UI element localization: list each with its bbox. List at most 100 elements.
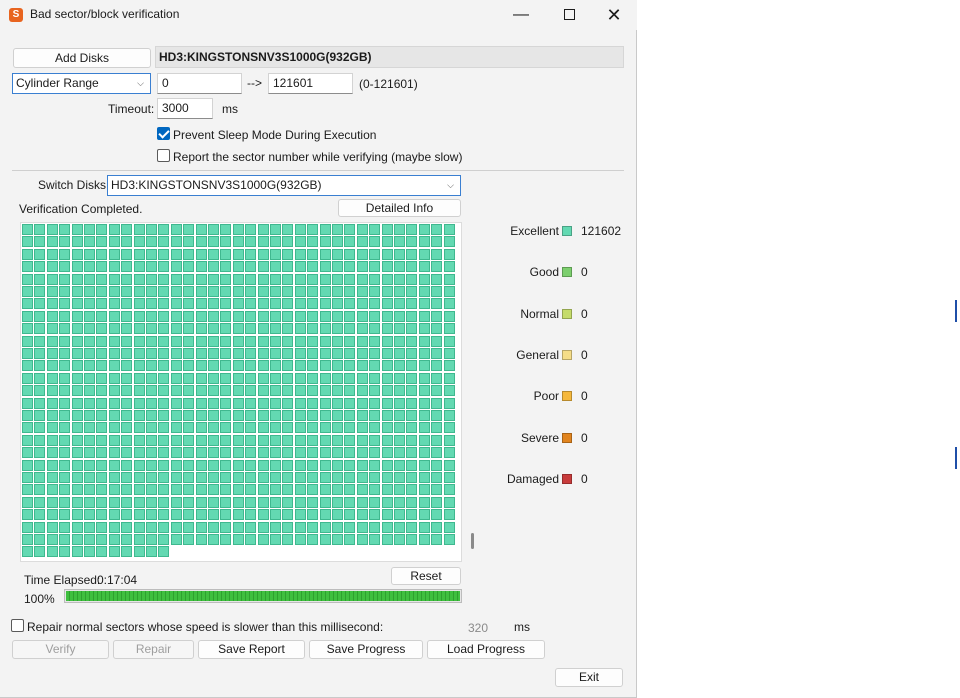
- reset-button[interactable]: Reset: [391, 567, 461, 585]
- exit-button[interactable]: Exit: [555, 668, 623, 687]
- block-cell: [121, 286, 133, 297]
- repair-button[interactable]: Repair: [113, 640, 194, 659]
- selected-disk-display: HD3:KINGSTONSNV3S1000G(932GB): [155, 46, 624, 68]
- maximize-button[interactable]: [546, 0, 592, 30]
- block-cell: [307, 323, 319, 335]
- block-cell: [22, 472, 33, 483]
- block-cell: [257, 273, 269, 285]
- load-progress-button[interactable]: Load Progress: [427, 640, 545, 659]
- block-cell: [170, 261, 182, 273]
- block-cell: [406, 496, 418, 508]
- block-cell: [270, 273, 281, 285]
- block-cell: [220, 248, 232, 260]
- block-cell: [59, 459, 71, 471]
- block-cell: [121, 397, 133, 409]
- save-report-button[interactable]: Save Report: [198, 640, 305, 659]
- switch-disks-select[interactable]: HD3:KINGSTONSNV3S1000G(932GB) ⌵: [107, 175, 461, 196]
- block-cell: [418, 484, 430, 496]
- block-cell: [245, 248, 257, 260]
- block-cell: [294, 372, 306, 384]
- block-cell: [319, 472, 331, 483]
- block-cell: [418, 224, 430, 235]
- block-cell: [34, 447, 46, 459]
- block-cell: [443, 372, 455, 384]
- block-cell: [121, 248, 133, 260]
- detailed-info-button[interactable]: Detailed Info: [338, 199, 461, 217]
- block-cell: [195, 484, 207, 496]
- block-cell: [121, 459, 133, 471]
- block-cell: [369, 459, 381, 471]
- report-sector-checkbox[interactable]: [157, 149, 170, 162]
- timeout-input[interactable]: 3000: [157, 98, 213, 119]
- block-cell: [245, 310, 257, 322]
- add-disks-button[interactable]: Add Disks: [13, 48, 151, 68]
- block-cell: [443, 534, 455, 545]
- block-cell: [356, 509, 368, 521]
- block-map-scrollbar[interactable]: [471, 533, 474, 549]
- block-cell: [307, 534, 319, 545]
- window-title: Bad sector/block verification: [30, 7, 180, 21]
- repair-threshold-input[interactable]: 320: [468, 621, 488, 635]
- block-cell: [394, 397, 405, 409]
- block-cell: [431, 496, 443, 508]
- block-cell: [282, 434, 294, 446]
- block-cell: [282, 521, 294, 533]
- block-cell: [170, 459, 182, 471]
- block-cell: [394, 534, 405, 545]
- block-cell: [344, 459, 356, 471]
- block-cell: [294, 472, 306, 483]
- minimize-button[interactable]: —: [498, 0, 544, 30]
- block-cell: [245, 286, 257, 297]
- block-cell: [46, 323, 58, 335]
- block-cell: [84, 496, 95, 508]
- range-from-input[interactable]: 0: [157, 73, 242, 94]
- block-cell: [232, 422, 244, 434]
- block-cell: [245, 397, 257, 409]
- block-cell: [356, 385, 368, 397]
- block-cell: [158, 248, 170, 260]
- block-cell: [22, 261, 33, 273]
- block-cell: [406, 348, 418, 359]
- block-cell: [84, 248, 95, 260]
- block-cell: [418, 410, 430, 421]
- repair-slow-checkbox[interactable]: [11, 619, 24, 632]
- block-cell: [431, 447, 443, 459]
- block-cell: [443, 261, 455, 273]
- block-cell: [121, 335, 133, 347]
- block-cell: [344, 422, 356, 434]
- legend-label-excellent: Excellent: [510, 224, 559, 238]
- block-cell: [133, 385, 145, 397]
- block-cell: [146, 372, 157, 384]
- block-cell: [245, 360, 257, 372]
- block-cell: [71, 484, 83, 496]
- block-cell: [356, 360, 368, 372]
- chevron-down-icon: ⌵: [447, 180, 454, 190]
- save-progress-button[interactable]: Save Progress: [309, 640, 423, 659]
- block-cell: [96, 546, 108, 558]
- block-cell: [294, 298, 306, 310]
- block-cell: [146, 459, 157, 471]
- range-mode-select[interactable]: Cylinder Range ⌵: [12, 73, 151, 94]
- block-cell: [319, 459, 331, 471]
- block-cell: [418, 496, 430, 508]
- block-cell: [208, 273, 219, 285]
- block-cell: [84, 286, 95, 297]
- verify-button[interactable]: Verify: [12, 640, 109, 659]
- block-cell: [369, 521, 381, 533]
- range-to-input[interactable]: 121601: [268, 73, 353, 94]
- block-cell: [344, 236, 356, 248]
- close-button[interactable]: ✕: [591, 0, 637, 30]
- block-cell: [307, 472, 319, 483]
- block-cell: [170, 248, 182, 260]
- block-cell: [369, 484, 381, 496]
- block-cell: [46, 310, 58, 322]
- range-mode-value: Cylinder Range: [16, 76, 99, 90]
- prevent-sleep-checkbox[interactable]: [157, 127, 170, 140]
- block-cell: [133, 447, 145, 459]
- block-cell: [208, 459, 219, 471]
- block-cell: [245, 323, 257, 335]
- block-cell: [146, 534, 157, 545]
- block-cell: [257, 509, 269, 521]
- block-cell: [319, 348, 331, 359]
- block-cell: [232, 286, 244, 297]
